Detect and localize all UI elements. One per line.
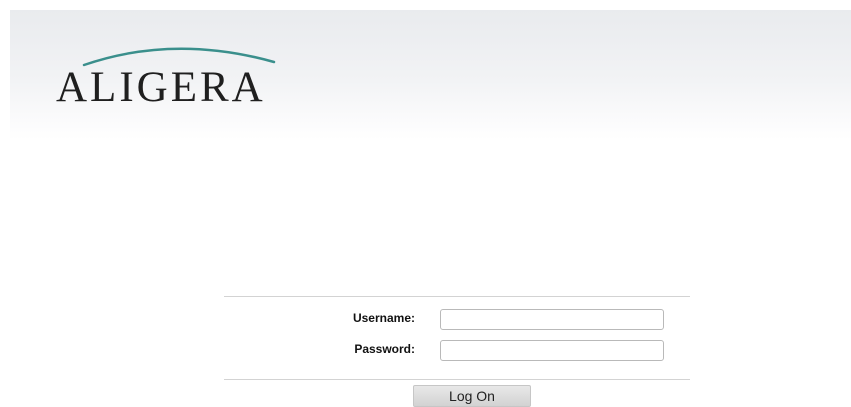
password-label: Password: [354, 342, 415, 356]
password-input[interactable] [440, 340, 664, 361]
header-banner: ALIGERA [10, 10, 851, 140]
form-divider-bottom [224, 379, 690, 380]
form-divider-top [224, 296, 690, 297]
aligera-logo: ALIGERA [54, 40, 310, 116]
username-label: Username: [352, 311, 415, 325]
log-on-button[interactable]: Log On [413, 385, 531, 407]
username-input[interactable] [440, 309, 664, 330]
logo-wordmark: ALIGERA [56, 64, 266, 111]
